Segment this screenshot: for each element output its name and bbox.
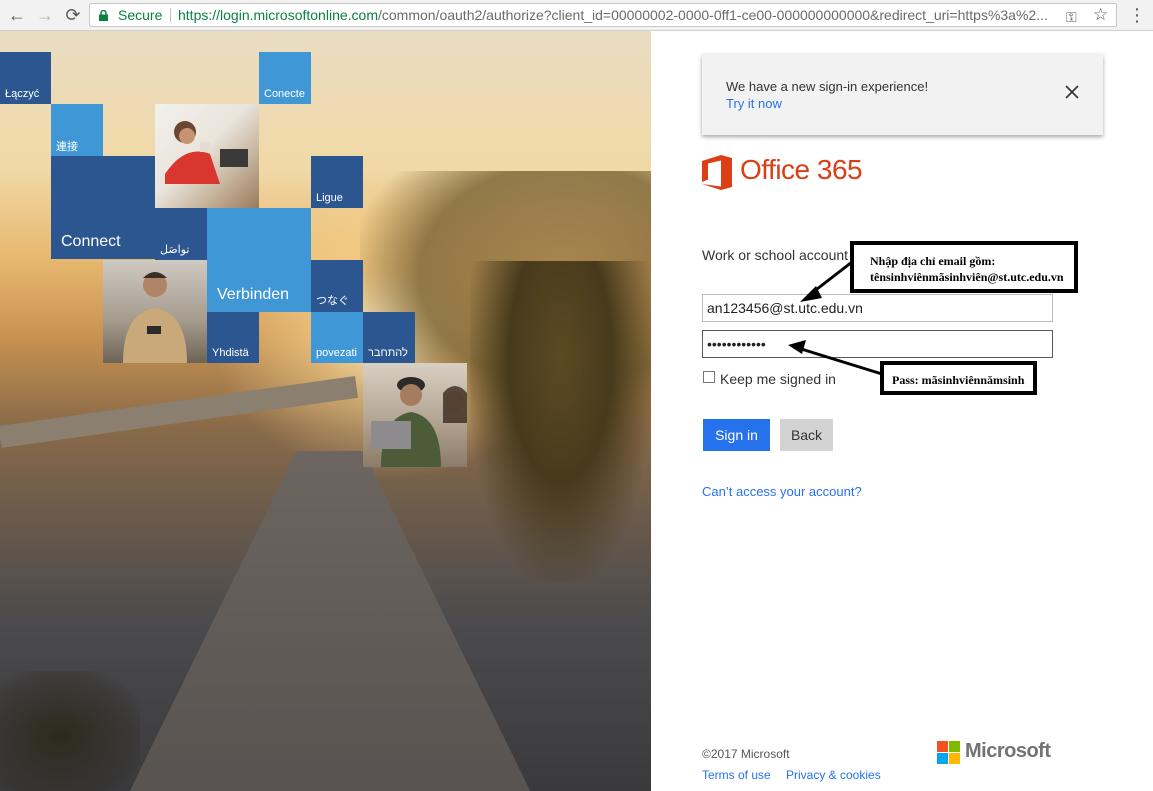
cant-access-account-link[interactable]: Can’t access your account?: [702, 484, 862, 499]
photo-woman-reading: [155, 104, 259, 208]
tile-label: povezati: [316, 347, 357, 359]
back-arrow-icon[interactable]: ←: [6, 4, 28, 26]
privacy-cookies-link[interactable]: Privacy & cookies: [786, 768, 881, 782]
tile-label: Verbinden: [217, 286, 290, 303]
browser-toolbar: ← → ⟳ Secure https://login.microsoftonli…: [0, 0, 1153, 31]
url-path: /common/oauth2/authorize?client_id=00000…: [377, 7, 1048, 23]
email-field[interactable]: an123456@st.utc.edu.vn: [702, 294, 1053, 322]
palm-foreground: [0, 671, 140, 791]
tile-conecte: Conecte: [259, 52, 311, 104]
password-hint-text: Pass: mãsinhviênnămsinh: [892, 373, 1025, 387]
banner-message: We have a new sign-in experience!: [726, 79, 929, 94]
new-signin-banner: We have a new sign-in experience! Try it…: [702, 54, 1103, 135]
office-365-title: Office 365: [740, 154, 863, 185]
people-laptop-illustration: [371, 377, 467, 467]
back-button[interactable]: Back: [780, 419, 833, 451]
password-field[interactable]: ••••••••••••: [702, 330, 1053, 358]
tile-hebrew: להתחבר: [363, 312, 415, 363]
address-divider: [170, 8, 171, 22]
password-hint-callout: Pass: mãsinhviênnămsinh: [880, 361, 1037, 395]
account-type-label: Work or school account: [702, 247, 849, 263]
keep-signed-in-label[interactable]: Keep me signed in: [720, 371, 836, 387]
lock-icon: [99, 10, 108, 21]
woman-reading-illustration: [165, 121, 248, 184]
microsoft-wordmark: Microsoft: [965, 740, 1051, 762]
tile-ligue: Ligue: [311, 156, 363, 208]
tile-povezati: povezati: [311, 312, 363, 363]
tile-arabic: تواصَل: [155, 208, 207, 260]
photo-man-phone: [103, 260, 207, 363]
tile-verbinden: Verbinden: [207, 208, 311, 312]
photo-people-laptop: [363, 363, 467, 467]
browser-menu-icon[interactable]: ⋮: [1127, 4, 1147, 26]
office-logo-icon: [702, 155, 732, 190]
tile-chinese: 連接: [51, 104, 103, 156]
tile-label: Łączyć: [5, 88, 40, 100]
tile-label: つなぐ: [316, 295, 349, 307]
forward-arrow-icon[interactable]: →: [34, 4, 56, 26]
microsoft-logo-icon: [937, 741, 960, 764]
reload-icon[interactable]: ⟳: [62, 4, 84, 26]
keep-signed-in-checkbox[interactable]: [703, 371, 715, 383]
background-photo: Łączyć Conecte 連接 Ligue Connect تواصَل V…: [0, 31, 651, 791]
address-bar[interactable]: Secure https://login.microsoftonline.com…: [89, 3, 1117, 27]
url-text[interactable]: https://login.microsoftonline.com/common…: [178, 4, 1048, 26]
man-phone-illustration: [123, 272, 187, 363]
tile-label: Yhdistä: [212, 347, 249, 359]
tile-label: Connect: [61, 233, 121, 250]
secure-label: Secure: [118, 7, 163, 23]
palm-trees: [470, 261, 651, 581]
tile-label: Conecte: [264, 88, 305, 100]
try-it-now-link[interactable]: Try it now: [726, 96, 782, 111]
tile-label: להתחבר: [368, 347, 408, 359]
tile-label: تواصَل: [160, 244, 190, 256]
copyright-text: ©2017 Microsoft: [702, 747, 790, 761]
tile-label: Ligue: [316, 192, 343, 204]
close-icon[interactable]: [1064, 84, 1080, 100]
key-icon[interactable]: ⚿: [1066, 6, 1077, 26]
email-hint-line1: Nhập địa chỉ email gồm:: [870, 254, 996, 268]
url-host: https://login.microsoftonline.com: [178, 7, 378, 23]
tile-connect: Connect: [51, 156, 155, 259]
terms-of-use-link[interactable]: Terms of use: [702, 768, 771, 782]
tile-yhdista: Yhdistä: [207, 312, 259, 363]
tile-laczyc: Łączyć: [0, 52, 51, 104]
tile-japanese: つなぐ: [311, 260, 363, 312]
email-hint-line2: tênsinhviênmãsinhviên@st.utc.edu.vn: [870, 270, 1064, 284]
tile-label: 連接: [56, 141, 78, 153]
email-hint-callout: Nhập địa chỉ email gồm: tênsinhviênmãsin…: [850, 241, 1078, 293]
bookmark-star-icon[interactable]: ☆: [1093, 4, 1108, 26]
sign-in-button[interactable]: Sign in: [703, 419, 770, 451]
